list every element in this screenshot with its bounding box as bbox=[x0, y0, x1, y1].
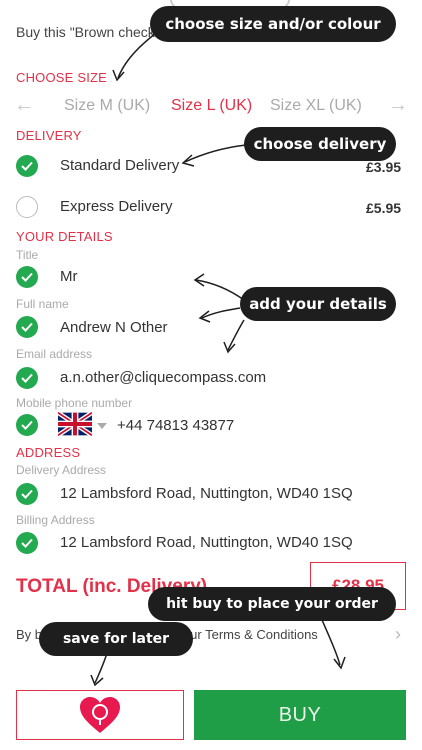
mobile-field[interactable]: +44 74813 43877 bbox=[117, 417, 234, 434]
size-option-l[interactable]: Size L (UK) bbox=[171, 97, 252, 115]
express-delivery-label[interactable]: Express Delivery bbox=[60, 198, 173, 215]
delivery-address-check-icon bbox=[16, 483, 38, 505]
address-heading: ADDRESS bbox=[16, 445, 81, 460]
email-label: Email address bbox=[16, 347, 93, 361]
annotation-buy: hit buy to place your order bbox=[148, 587, 396, 621]
mobile-label: Mobile phone number bbox=[16, 396, 133, 410]
uk-flag-icon[interactable] bbox=[56, 410, 94, 441]
delivery-heading: DELIVERY bbox=[16, 128, 82, 143]
mobile-check-icon bbox=[16, 414, 38, 436]
standard-delivery-label[interactable]: Standard Delivery bbox=[60, 157, 179, 174]
size-option-m[interactable]: Size M (UK) bbox=[64, 97, 150, 115]
delivery-address-label: Delivery Address bbox=[16, 463, 107, 477]
size-prev-arrow-icon[interactable]: ← bbox=[14, 94, 34, 117]
billing-address-check-icon bbox=[16, 532, 38, 554]
title-field[interactable]: Mr bbox=[60, 268, 78, 285]
title-check-icon bbox=[16, 266, 38, 288]
name-check-icon bbox=[16, 316, 38, 338]
email-check-icon bbox=[16, 367, 38, 389]
chevron-right-icon[interactable]: › bbox=[395, 624, 401, 645]
email-field[interactable]: a.n.other@cliquecompass.com bbox=[60, 369, 266, 386]
annotation-save: save for later bbox=[39, 622, 193, 656]
standard-delivery-price: £3.95 bbox=[366, 159, 402, 175]
size-selector[interactable]: ← Size M (UK) Size L (UK) Size XL (UK) → bbox=[0, 92, 422, 122]
delivery-address-field[interactable]: 12 Lambsford Road, Nuttington, WD40 1SQ bbox=[60, 485, 353, 502]
your-details-heading: YOUR DETAILS bbox=[16, 229, 113, 244]
country-dropdown-icon[interactable] bbox=[97, 423, 107, 429]
annotation-delivery: choose delivery bbox=[244, 127, 396, 161]
annotation-size-colour: choose size and/or colour bbox=[150, 6, 396, 42]
size-next-arrow-icon[interactable]: → bbox=[388, 94, 408, 117]
buy-button[interactable]: BUY bbox=[194, 690, 406, 740]
billing-address-field[interactable]: 12 Lambsford Road, Nuttington, WD40 1SQ bbox=[60, 534, 353, 551]
express-delivery-radio[interactable] bbox=[16, 196, 38, 218]
standard-delivery-check-icon[interactable] bbox=[16, 155, 38, 177]
save-for-later-button[interactable] bbox=[16, 690, 184, 740]
billing-address-label: Billing Address bbox=[16, 513, 95, 527]
title-label: Title bbox=[16, 248, 39, 262]
annotation-details: add your details bbox=[240, 287, 396, 321]
heart-icon bbox=[80, 697, 120, 733]
full-name-field[interactable]: Andrew N Other bbox=[60, 319, 168, 336]
choose-size-heading: CHOOSE SIZE bbox=[16, 70, 108, 85]
full-name-label: Full name bbox=[16, 297, 69, 311]
size-option-xl[interactable]: Size XL (UK) bbox=[270, 97, 362, 115]
express-delivery-price: £5.95 bbox=[366, 200, 402, 216]
